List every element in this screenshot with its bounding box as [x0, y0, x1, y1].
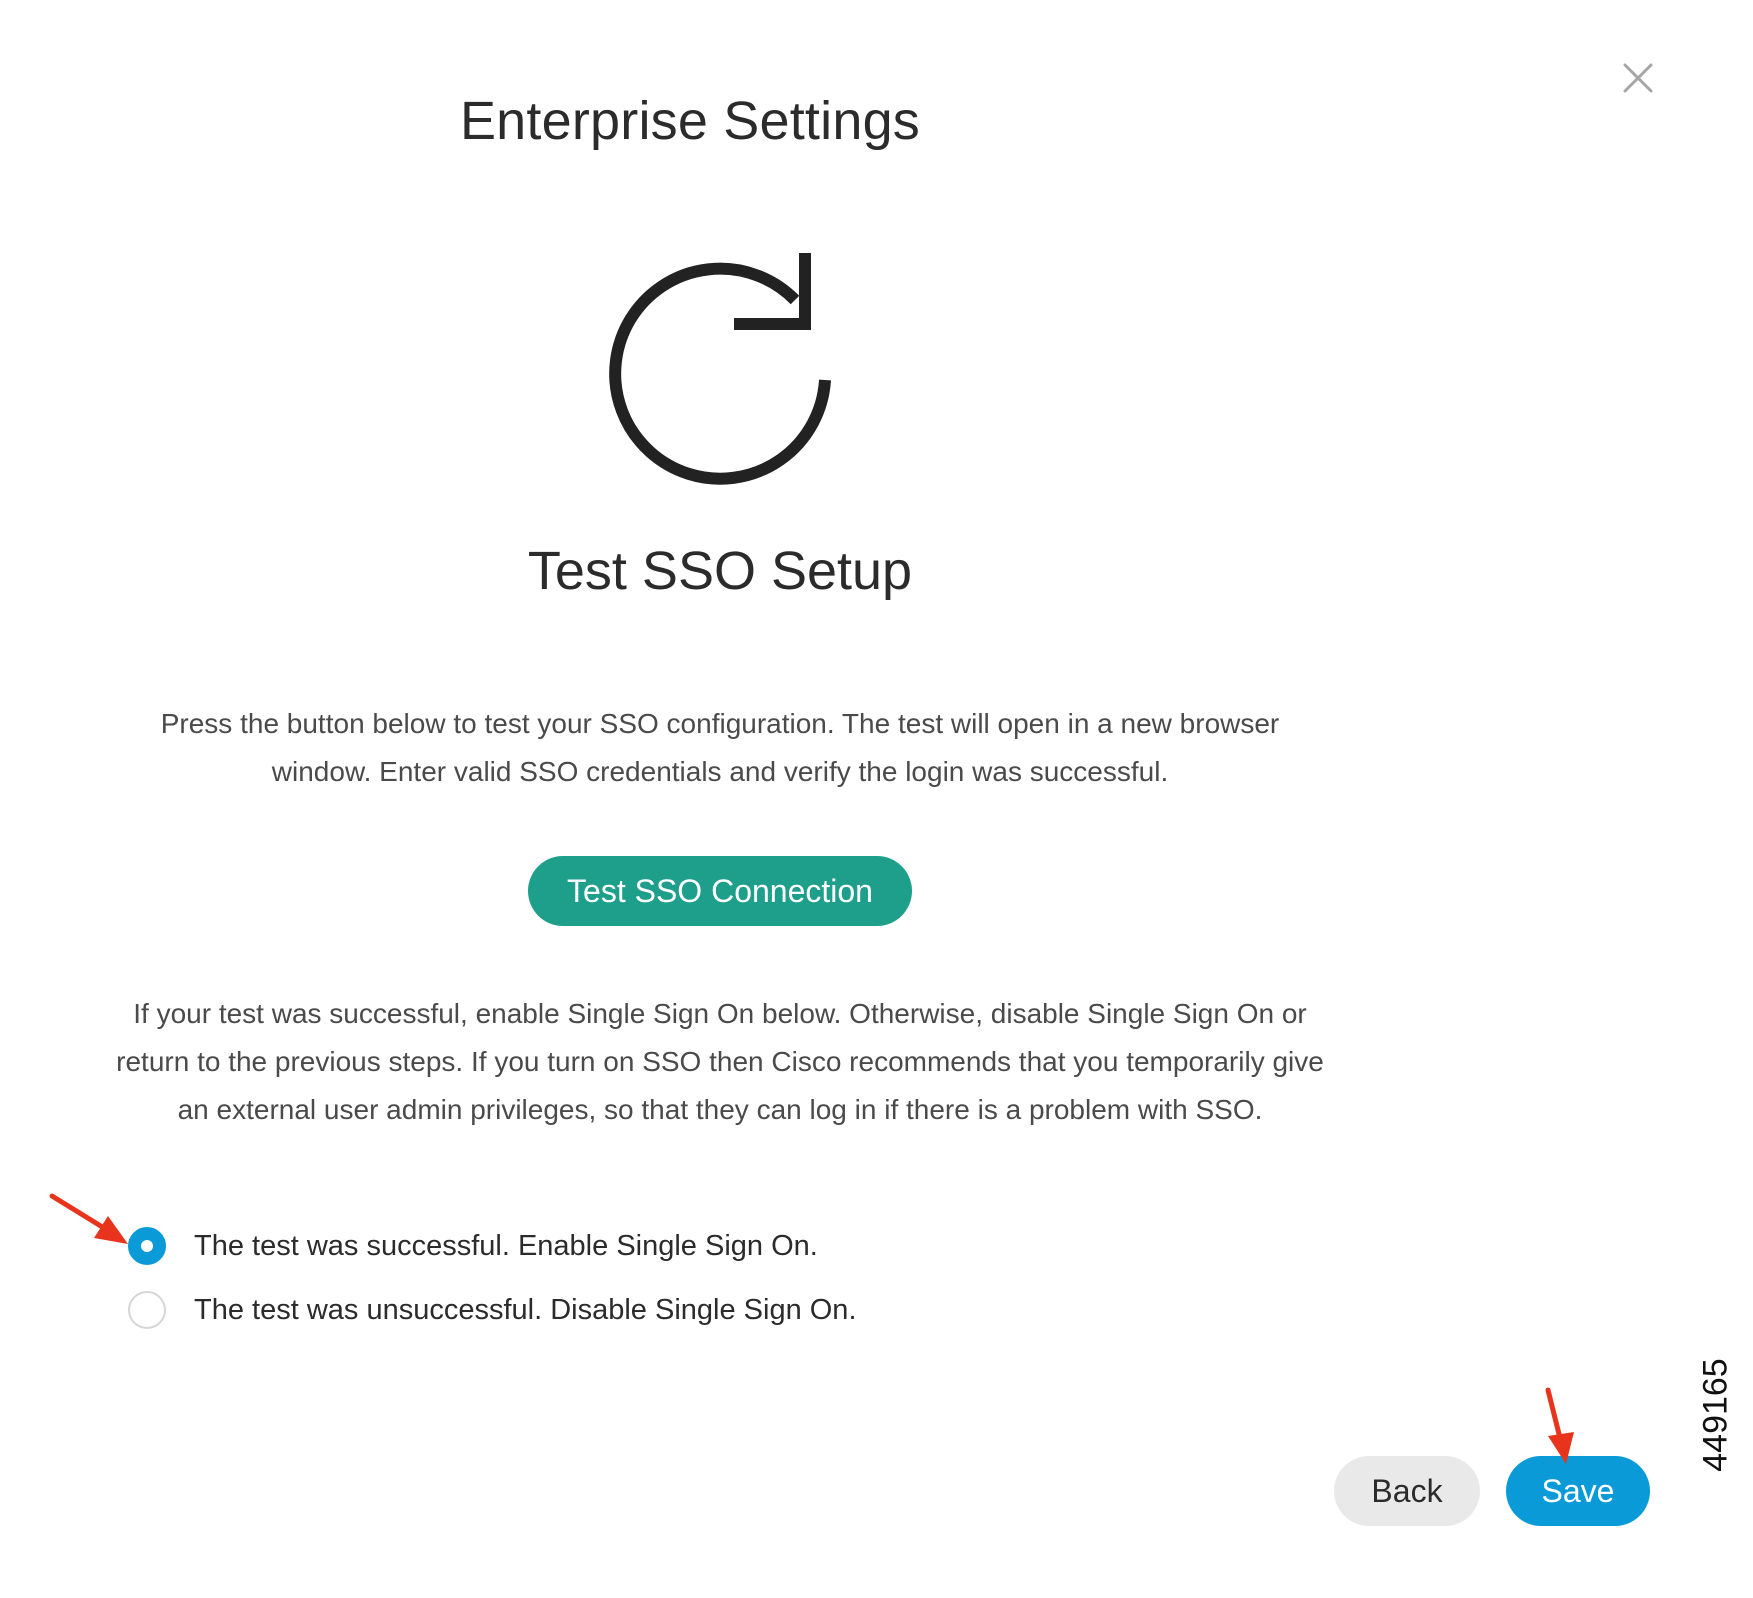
figure-id: 449165: [1696, 1330, 1736, 1500]
back-button[interactable]: Back: [1334, 1456, 1480, 1526]
option-enable-sso[interactable]: The test was successful. Enable Single S…: [128, 1222, 818, 1270]
enterprise-settings-dialog: Enterprise Settings Test SSO Setup Press…: [0, 0, 1753, 1598]
refresh-icon: [590, 240, 850, 500]
save-button[interactable]: Save: [1506, 1456, 1650, 1526]
dialog-title: Enterprise Settings: [459, 91, 921, 151]
figure-id-text: 449165: [1696, 1358, 1735, 1472]
close-button[interactable]: [1616, 56, 1660, 100]
test-sso-connection-button[interactable]: Test SSO Connection: [528, 856, 912, 926]
instructions-text: Press the button below to test your SSO …: [160, 708, 1280, 787]
option-label: The test was unsuccessful. Disable Singl…: [194, 1293, 857, 1326]
close-icon: [1623, 63, 1653, 93]
red-arrow-icon: [48, 1192, 138, 1252]
radio-button-unselected[interactable]: [128, 1291, 166, 1329]
section-title: Test SSO Setup: [527, 541, 913, 601]
option-disable-sso[interactable]: The test was unsuccessful. Disable Singl…: [128, 1286, 857, 1334]
red-arrow-icon: [1540, 1386, 1586, 1466]
sso-note-text: If your test was successful, enable Sing…: [116, 998, 1324, 1125]
option-label: The test was successful. Enable Single S…: [194, 1229, 818, 1262]
